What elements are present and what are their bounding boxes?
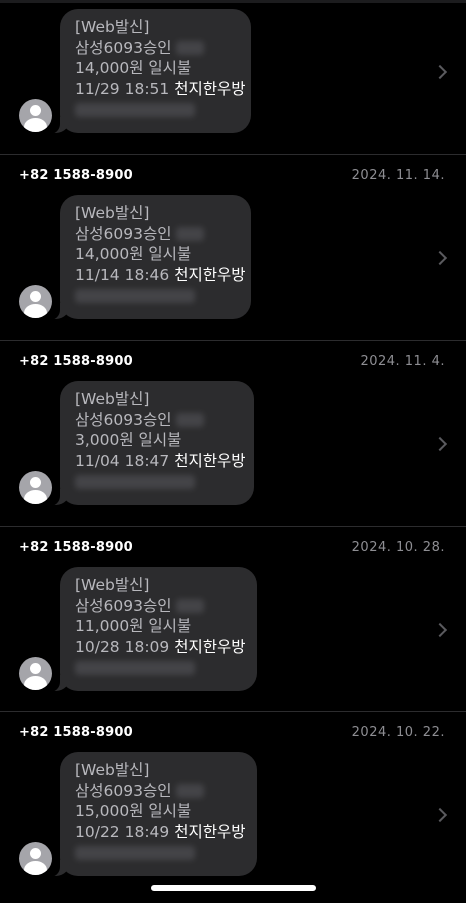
redacted-name — [176, 599, 205, 613]
transaction-datetime: 11/29 18:51 — [75, 79, 170, 98]
amount: 14,000원 일시불 — [75, 59, 192, 77]
amount: 11,000원 일시불 — [75, 617, 192, 635]
amount: 15,000원 일시불 — [75, 802, 192, 820]
home-indicator[interactable] — [151, 885, 316, 891]
person-icon — [30, 291, 41, 302]
message-prefix: [Web발신] — [75, 204, 150, 222]
transaction-datetime: 10/22 18:49 — [75, 822, 170, 841]
message-list: [Web발신] 삼성6093승인 14,000원 일시불 11/29 18:51… — [0, 0, 466, 903]
message-date: 2024. 10. 22. — [351, 725, 445, 740]
redacted-name — [176, 413, 205, 427]
redacted-name — [176, 41, 205, 55]
person-icon — [30, 848, 41, 859]
transaction-datetime: 10/28 18:09 — [75, 637, 170, 656]
top-divider — [0, 0, 466, 3]
avatar — [19, 471, 52, 504]
message-header: +82 1588-8900 2024. 11. 14. — [0, 155, 466, 195]
merchant-name: 천지한우방 — [174, 79, 246, 98]
merchant-name: 천지한우방 — [174, 637, 246, 656]
message-prefix: [Web발신] — [75, 761, 150, 779]
message-prefix: [Web발신] — [75, 390, 150, 408]
card-approval: 삼성6093승인 — [75, 410, 172, 429]
merchant-name: 천지한우방 — [174, 822, 246, 841]
redacted-detail — [75, 845, 195, 860]
chevron-right-icon[interactable] — [432, 622, 448, 638]
message-bubble[interactable]: [Web발신] 삼성6093승인 15,000원 일시불 10/22 18:49… — [46, 752, 257, 877]
message-bubble[interactable]: [Web발신] 삼성6093승인 3,000원 일시불 11/04 18:47 … — [46, 381, 254, 506]
chevron-right-icon[interactable] — [432, 436, 448, 452]
redacted-detail — [75, 102, 195, 117]
merchant-name: 천지한우방 — [174, 265, 246, 284]
message-date: 2024. 10. 28. — [351, 540, 445, 555]
amount: 3,000원 일시불 — [75, 431, 182, 449]
redacted-detail — [75, 474, 195, 489]
chevron-right-icon[interactable] — [432, 807, 448, 823]
message-prefix: [Web발신] — [75, 18, 150, 36]
card-approval: 삼성6093승인 — [75, 38, 172, 57]
message-header: +82 1588-8900 2024. 10. 22. — [0, 712, 466, 752]
avatar — [19, 285, 52, 318]
person-icon — [30, 663, 41, 674]
card-approval: 삼성6093승인 — [75, 596, 172, 615]
sender-number: +82 1588-8900 — [19, 354, 133, 369]
message-bubble[interactable]: [Web발신] 삼성6093승인 14,000원 일시불 11/29 18:51… — [46, 9, 251, 134]
merchant-name: 천지한우방 — [174, 451, 246, 470]
transaction-datetime: 11/14 18:46 — [75, 265, 170, 284]
sender-number: +82 1588-8900 — [19, 725, 133, 740]
card-approval: 삼성6093승인 — [75, 781, 172, 800]
redacted-detail — [75, 660, 195, 675]
sender-number: +82 1588-8900 — [19, 540, 133, 555]
redacted-detail — [75, 288, 195, 303]
chevron-right-icon[interactable] — [432, 64, 448, 80]
avatar — [19, 657, 52, 690]
avatar — [19, 99, 52, 132]
person-icon — [30, 477, 41, 488]
avatar — [19, 842, 52, 875]
redacted-name — [176, 227, 205, 241]
message-bubble[interactable]: [Web발신] 삼성6093승인 11,000원 일시불 10/28 18:09… — [46, 567, 257, 692]
message-bubble[interactable]: [Web발신] 삼성6093승인 14,000원 일시불 11/14 18:46… — [46, 195, 251, 320]
sender-number: +82 1588-8900 — [19, 168, 133, 183]
amount: 14,000원 일시불 — [75, 245, 192, 263]
card-approval: 삼성6093승인 — [75, 224, 172, 243]
message-date: 2024. 11. 4. — [360, 354, 445, 369]
message-header: +82 1588-8900 2024. 11. 4. — [0, 341, 466, 381]
redacted-name — [176, 784, 205, 798]
chevron-right-icon[interactable] — [432, 250, 448, 266]
transaction-datetime: 11/04 18:47 — [75, 451, 170, 470]
message-date: 2024. 11. 14. — [351, 168, 445, 183]
message-prefix: [Web발신] — [75, 576, 150, 594]
message-header: +82 1588-8900 2024. 10. 28. — [0, 527, 466, 567]
person-icon — [30, 105, 41, 116]
